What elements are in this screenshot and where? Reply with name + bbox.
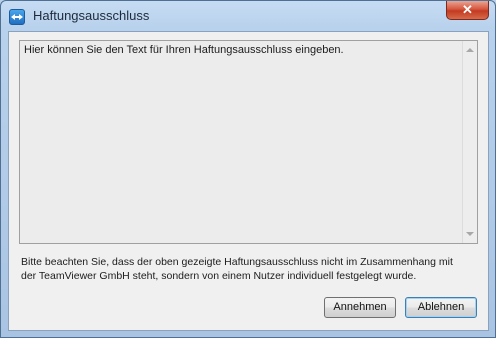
vertical-scrollbar[interactable] (462, 41, 477, 243)
notice-line-2: der TeamViewer GmbH steht, sondern von e… (21, 270, 417, 282)
dialog-body: Hier können Sie den Text für Ihren Haftu… (8, 31, 489, 331)
scroll-up-arrow-icon[interactable] (466, 48, 474, 52)
disclaimer-textbox[interactable]: Hier können Sie den Text für Ihren Haftu… (19, 40, 478, 244)
notice-text: Bitte beachten Sie, dass der oben gezeig… (21, 255, 481, 283)
title-bar[interactable]: Haftungsausschluss ✕ (1, 1, 495, 33)
close-icon: ✕ (462, 2, 473, 17)
close-button[interactable]: ✕ (446, 1, 489, 20)
accept-button[interactable]: Annehmen (324, 297, 396, 318)
teamviewer-icon (9, 9, 25, 25)
window-title: Haftungsausschluss (33, 8, 150, 23)
decline-button[interactable]: Ablehnen (405, 297, 477, 318)
dialog-window: Haftungsausschluss ✕ Hier können Sie den… (0, 0, 496, 338)
notice-line-1: Bitte beachten Sie, dass der oben gezeig… (21, 256, 453, 268)
disclaimer-text: Hier können Sie den Text für Ihren Haftu… (24, 44, 344, 56)
scroll-down-arrow-icon[interactable] (466, 232, 474, 236)
